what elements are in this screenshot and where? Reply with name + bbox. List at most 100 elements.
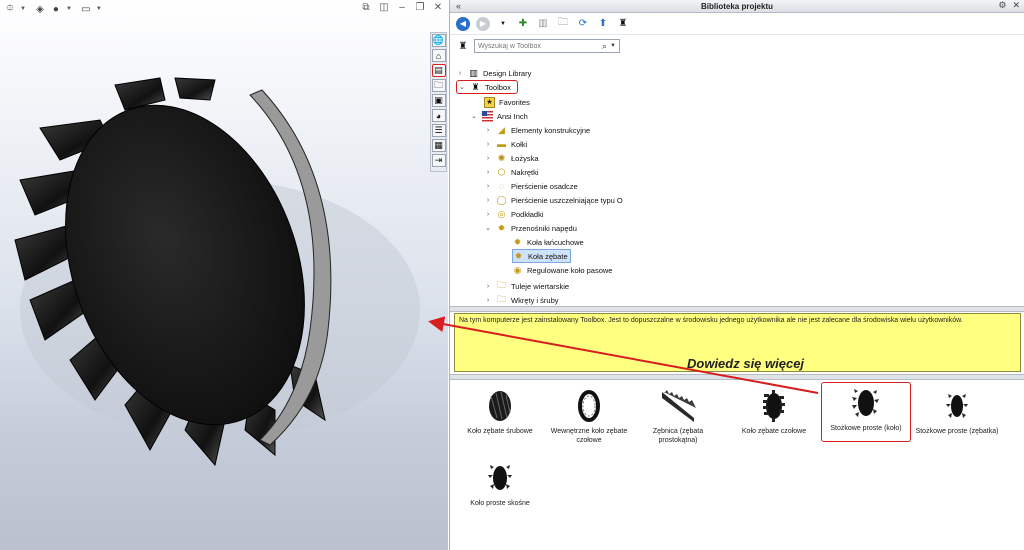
expand-arrow-icon[interactable]: ›: [484, 127, 492, 134]
library-icon: ▤: [434, 65, 443, 75]
tree-item-wkrety[interactable]: › 🗀 Wkręty i śruby: [484, 293, 559, 306]
expand-arrow-icon[interactable]: ›: [484, 141, 492, 148]
custom-properties-tab[interactable]: ☰: [431, 124, 446, 137]
gallery-item-spur-gear[interactable]: Koło zębate czołowe: [729, 386, 819, 446]
dropdown-arrow-icon[interactable]: ▼: [96, 6, 102, 12]
home-icon: ⌂: [435, 50, 442, 61]
view-settings-icon[interactable]: ▭: [80, 3, 92, 15]
bevel-gear-model[interactable]: [0, 30, 448, 550]
tree-item-ansi-inch[interactable]: ⌄ Ansi Inch: [470, 109, 528, 123]
tree-item-kola-zebate[interactable]: ✹ Koła zębate: [512, 249, 571, 263]
tree-item-favorites[interactable]: ★ Favorites: [484, 95, 530, 109]
history-dropdown-icon[interactable]: ▼: [496, 17, 510, 31]
minimize-icon[interactable]: –: [396, 2, 408, 13]
tree-item-przenosniki[interactable]: ⌄ ✹ Przenośniki napędu: [484, 221, 577, 235]
gallery-item-straight-miter-gear[interactable]: Koło proste skośne: [455, 458, 545, 518]
solidworks-resources-tab[interactable]: 🌐: [431, 34, 446, 47]
gallery-item-bevel-pinion[interactable]: Stożkowe proste (zębatka): [912, 386, 1002, 446]
expand-arrow-icon[interactable]: ›: [484, 283, 492, 290]
search-dropdown-icon[interactable]: ▼: [610, 43, 616, 49]
expand-arrow-icon[interactable]: ›: [484, 197, 492, 204]
gallery-item-bevel-gear[interactable]: Stożkowe proste (koło): [821, 382, 911, 442]
o-ring-icon: ◯: [496, 194, 507, 205]
collapse-icon[interactable]: «: [456, 1, 461, 11]
gallery-item-rack[interactable]: Zębnica (zębata prostokątna): [633, 386, 723, 446]
learn-more-link[interactable]: Dowiedz się więcej: [687, 356, 804, 371]
tree-item-pierscienie-uszczelniajace[interactable]: › ◯ Pierścienie uszczelniające typu O: [484, 193, 623, 207]
up-one-level-icon[interactable]: ⬆: [596, 17, 610, 31]
expand-arrow-icon[interactable]: ›: [484, 155, 492, 162]
toolbox-icon: ♜: [471, 81, 480, 92]
folder-icon: 🗀: [496, 280, 506, 290]
tree-item-design-library[interactable]: › ▥ Design Library: [456, 66, 532, 80]
toolbox-notice: Na tym komputerze jest zainstalowany Too…: [454, 313, 1021, 372]
add-to-library-icon[interactable]: ✚: [516, 17, 530, 31]
library-books-icon: ▥: [469, 67, 478, 78]
settings-icon[interactable]: ⚙: [998, 0, 1006, 11]
add-file-location-icon[interactable]: ▥: [536, 17, 550, 31]
folder-icon: 🗀: [433, 79, 443, 90]
tree-item-kolki[interactable]: › ▬ Kołki: [484, 137, 527, 151]
bevel-pinion-icon: [946, 394, 968, 418]
part-gallery: Koło zębate śrubowe Wewnętrzne koło zęba…: [450, 382, 1024, 550]
tree-item-kola-lancuchowe[interactable]: ✹ Koła łańcuchowe: [512, 235, 584, 249]
splitter[interactable]: [450, 306, 1024, 312]
pin-icon[interactable]: ✕: [1012, 0, 1020, 11]
dropdown-arrow-icon[interactable]: ▼: [66, 6, 72, 12]
tree-item-elementy[interactable]: › ◢ Elementy konstrukcyjne: [484, 123, 590, 137]
miter-gear-icon: [488, 465, 512, 490]
display-style-icon[interactable]: ◈: [34, 3, 46, 15]
restore-icon[interactable]: ❐: [414, 2, 426, 13]
collapse-arrow-icon[interactable]: ⌄: [484, 224, 492, 232]
tree-item-lozyska[interactable]: › ✺ Łożyska: [484, 151, 539, 165]
view-orientation-icon[interactable]: ⯐: [4, 3, 16, 15]
bearing-icon: ✺: [497, 152, 506, 163]
forward-icon[interactable]: ▶: [476, 16, 490, 31]
gallery-item-helical-gear[interactable]: Koło zębate śrubowe: [455, 386, 545, 446]
rack-gear-icon: [662, 390, 696, 422]
refresh-icon[interactable]: ⟳: [576, 17, 590, 31]
create-new-folder-icon[interactable]: 🗀: [556, 17, 570, 31]
gallery-item-internal-gear[interactable]: Wewnętrzne koło zębate czołowe: [544, 386, 634, 446]
split-view-icon[interactable]: ⧉: [360, 2, 372, 13]
toolbox-search-icon: ♜: [458, 40, 468, 52]
tile-icon[interactable]: ◫: [378, 2, 390, 13]
expand-arrow-icon[interactable]: ›: [484, 183, 492, 190]
beam-icon: ◢: [498, 124, 505, 135]
splitter[interactable]: [450, 374, 1024, 380]
search-input[interactable]: [478, 42, 600, 50]
file-explorer-tab[interactable]: 🗀: [431, 79, 446, 92]
appearance-ball-icon: ◕: [435, 110, 442, 121]
tree-item-nakretki[interactable]: › ⬡ Nakrętki: [484, 165, 539, 179]
viewport-window-controls: ⧉ ◫ – ❐ ✕: [360, 2, 444, 13]
expand-arrow-icon[interactable]: ›: [484, 297, 492, 304]
design-library-tab[interactable]: ▤: [431, 64, 446, 77]
view-palette-tab[interactable]: ▣: [431, 94, 446, 107]
back-icon[interactable]: ◀: [456, 16, 470, 31]
tree-item-toolbox[interactable]: ⌄ ♜ Toolbox: [456, 80, 518, 94]
tree-item-podkladki[interactable]: › ◎ Podkładki: [484, 207, 544, 221]
expand-arrow-icon[interactable]: ›: [456, 70, 464, 77]
search-field[interactable]: ⌕ ▼: [474, 39, 620, 53]
tree-item-pierscienie-osadcze[interactable]: › ◌ Pierścienie osadcze: [484, 179, 578, 193]
collapse-arrow-icon[interactable]: ⌄: [458, 83, 466, 91]
appearance-icon[interactable]: ●: [50, 3, 62, 15]
expand-arrow-icon[interactable]: ›: [484, 169, 492, 176]
graphics-viewport[interactable]: ⯐ ▼ ◈ ● ▼ ▭ ▼ ⧉ ◫ – ❐ ✕: [0, 0, 448, 550]
search-icon[interactable]: ⌕: [602, 41, 607, 52]
appearances-tab[interactable]: ◕: [431, 109, 446, 122]
expand-arrow-icon[interactable]: ›: [484, 211, 492, 218]
folder-icon: 🗀: [496, 294, 506, 304]
dropdown-arrow-icon[interactable]: ▼: [20, 6, 26, 12]
internal-gear-icon: [578, 390, 600, 422]
collapse-arrow-icon[interactable]: ⌄: [470, 112, 478, 120]
toolbox-config-icon[interactable]: ♜: [616, 17, 630, 31]
home-tab[interactable]: ⌂: [431, 49, 446, 62]
close-icon[interactable]: ✕: [432, 2, 444, 13]
forum-tab[interactable]: ▦: [431, 139, 446, 152]
search-row: ♜ ⌕ ▼: [450, 35, 1024, 57]
tree-item-tuleje[interactable]: › 🗀 Tuleje wiertarskie: [484, 279, 569, 293]
globe-icon: 🌐: [432, 35, 445, 45]
exit-tab[interactable]: ⇥: [431, 154, 446, 167]
tree-item-regulowane[interactable]: ◉ Regulowane koło pasowe: [512, 263, 613, 277]
